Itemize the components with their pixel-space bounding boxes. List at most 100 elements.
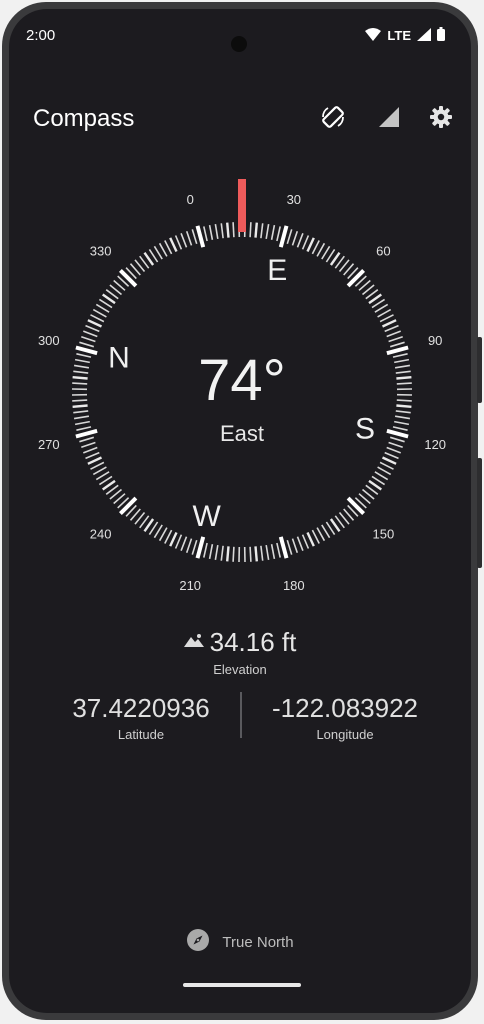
dial-tick	[83, 330, 98, 338]
dial-tick	[90, 314, 105, 323]
dial-tick	[73, 415, 90, 420]
longitude-label: Longitude	[316, 727, 374, 742]
phone-frame: 2:00 LTE Compass 0 30 60 90 120 150 180 …	[2, 2, 482, 1020]
latitude-value: 37.4220936	[72, 693, 210, 723]
dial-tick	[92, 308, 107, 318]
dial-tick	[220, 545, 224, 561]
compass-icon	[186, 928, 210, 957]
dial-tick	[191, 539, 198, 555]
dial-tick	[321, 524, 331, 539]
dial-tick	[249, 546, 252, 562]
dial-tick	[395, 370, 411, 374]
dial-tick	[386, 345, 409, 356]
dial-tick	[158, 527, 168, 542]
dial-tick	[386, 330, 401, 338]
dial-tick	[379, 314, 394, 323]
dial-label: 0	[187, 192, 194, 207]
dial-tick	[396, 382, 412, 385]
dial-tick	[379, 461, 394, 470]
dial-tick	[226, 546, 230, 562]
dial-tick	[384, 324, 399, 333]
dial-tick	[90, 461, 105, 470]
dial-tick	[185, 538, 193, 553]
dial-tick	[389, 436, 405, 443]
dial-tick	[394, 415, 411, 420]
dial-label: 210	[179, 578, 201, 593]
dial-tick	[260, 223, 264, 239]
dial-tick	[203, 226, 208, 242]
dial-tick	[396, 404, 412, 408]
dial-tick	[265, 544, 270, 561]
dial-tick	[311, 529, 320, 544]
dial-tick	[169, 531, 178, 547]
heading-direction: East	[220, 421, 264, 446]
dial-tick	[95, 471, 110, 481]
dial-tick	[270, 544, 276, 560]
dial-tick	[374, 471, 389, 481]
dial-tick	[388, 335, 403, 343]
dial-tick	[208, 224, 214, 240]
dial-tick	[169, 237, 178, 253]
dial-tick	[158, 242, 168, 257]
home-indicator[interactable]	[183, 983, 301, 987]
heading-degrees: 74°	[198, 348, 286, 413]
dial-tick	[174, 235, 183, 250]
dial-tick	[73, 370, 89, 374]
dial-tick	[396, 399, 412, 402]
true-north-toggle[interactable]: True North	[9, 927, 471, 957]
longitude-value: -122.083922	[271, 693, 419, 723]
dial-tick	[346, 268, 366, 288]
cardinal-east: E	[267, 254, 287, 287]
dial-tick	[377, 308, 392, 318]
volume-button	[477, 337, 482, 403]
dial-tick	[72, 376, 88, 380]
dial-tick	[384, 451, 399, 460]
dial-tick	[185, 231, 193, 246]
true-north-label: True North	[222, 933, 294, 951]
dial-tick	[381, 319, 397, 328]
dial-tick	[226, 222, 230, 238]
dial-tick	[73, 410, 89, 414]
dial-tick	[74, 420, 90, 426]
elevation-value: 34.16 ft	[209, 627, 297, 657]
dial-tick	[254, 546, 258, 562]
dial-tick	[260, 545, 264, 561]
elevation-block: 34.16 ft Elevation	[9, 627, 471, 677]
dial-tick	[232, 222, 235, 238]
dial-tick	[381, 456, 397, 465]
dial-tick	[386, 428, 409, 439]
dial-tick	[396, 376, 412, 380]
cardinal-north: N	[108, 342, 130, 375]
dial-tick	[118, 496, 138, 516]
dial-tick	[81, 335, 96, 343]
longitude-block: -122.083922 Longitude	[245, 693, 445, 742]
screen: 2:00 LTE Compass 0 30 60 90 120 150 180 …	[9, 9, 471, 1013]
dial-tick	[316, 527, 326, 542]
dial-tick	[286, 539, 293, 555]
dial-tick	[208, 544, 214, 560]
dial-label: 30	[287, 192, 301, 207]
dial-tick	[195, 225, 206, 248]
dial-tick	[87, 456, 103, 465]
dial-tick	[75, 428, 98, 439]
dial-tick	[311, 240, 320, 255]
power-button	[477, 458, 482, 568]
dial-tick	[72, 404, 88, 408]
dial-tick	[316, 242, 326, 257]
latitude-block: 37.4220936 Latitude	[41, 693, 241, 742]
dial-tick	[276, 226, 281, 242]
dial-tick	[321, 245, 331, 260]
dial-tick	[76, 353, 92, 358]
dial-label: 180	[283, 578, 305, 593]
dial-tick	[87, 319, 103, 328]
dial-tick	[72, 382, 88, 385]
dial-tick	[232, 546, 235, 562]
dial-tick	[81, 441, 96, 449]
dial-label: 240	[90, 526, 112, 541]
dial-tick	[76, 426, 92, 431]
dial-tick	[72, 399, 88, 402]
dial-tick	[79, 341, 95, 348]
dial-tick	[394, 358, 410, 364]
dial-tick	[392, 426, 408, 431]
dial-tick	[83, 446, 98, 454]
